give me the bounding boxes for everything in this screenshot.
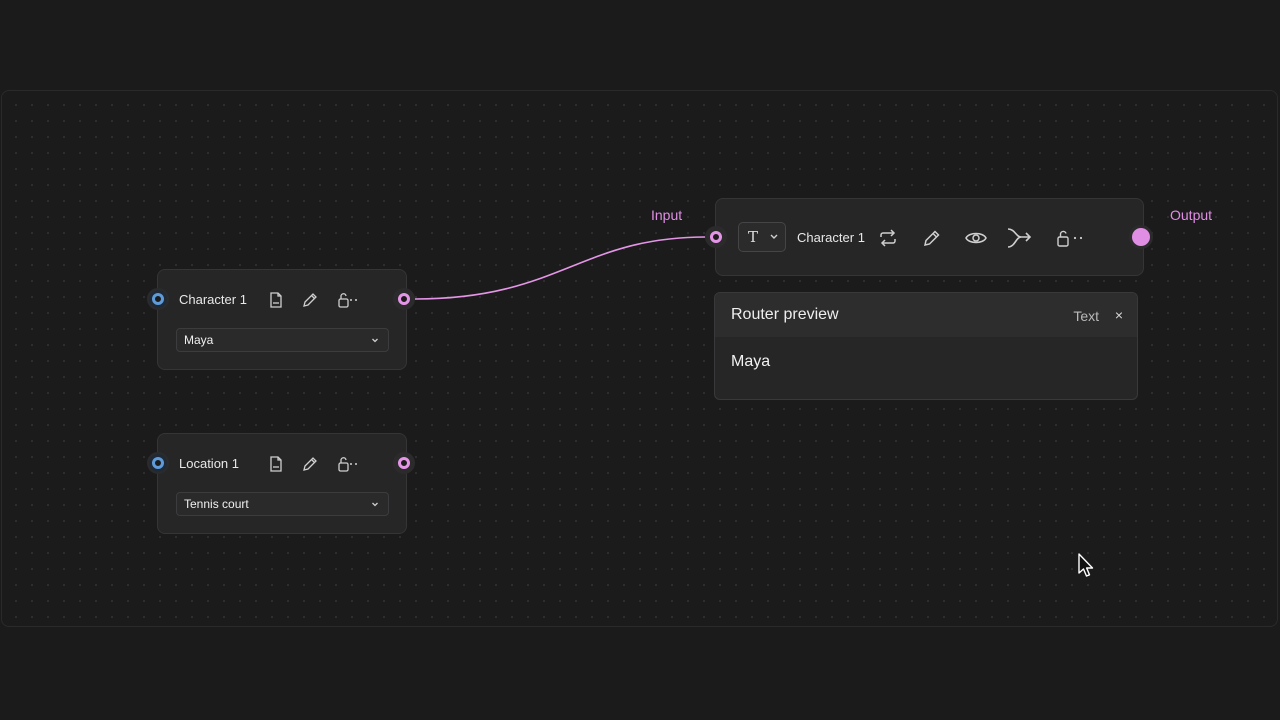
router-input-port[interactable] bbox=[705, 226, 727, 248]
location-select[interactable]: Tennis court bbox=[176, 492, 389, 516]
character-input-port[interactable] bbox=[147, 288, 169, 310]
chevron-down-icon bbox=[370, 497, 380, 511]
chevron-down-icon bbox=[370, 333, 380, 347]
eye-icon[interactable] bbox=[964, 227, 988, 249]
router-node-title: Character 1 bbox=[797, 230, 865, 245]
router-preview-type: Text bbox=[1073, 308, 1099, 324]
doc-icon[interactable] bbox=[267, 455, 285, 473]
more-icon[interactable] bbox=[347, 291, 359, 309]
character-output-port[interactable] bbox=[393, 288, 415, 310]
location-node-header: Location 1 bbox=[158, 434, 406, 494]
router-preview-content: Maya bbox=[731, 353, 771, 370]
router-preview-panel: Router preview Text × Maya bbox=[714, 292, 1138, 400]
router-preview-title: Router preview bbox=[731, 306, 839, 323]
character-node-title: Character 1 bbox=[179, 292, 247, 307]
pencil-icon[interactable] bbox=[301, 455, 319, 473]
type-selector[interactable]: T bbox=[738, 222, 786, 252]
text-type-glyph: T bbox=[748, 228, 759, 246]
location-input-port[interactable] bbox=[147, 452, 169, 474]
close-icon[interactable]: × bbox=[1115, 307, 1123, 323]
mouse-cursor-icon bbox=[1078, 553, 1094, 577]
pencil-icon[interactable] bbox=[301, 291, 319, 309]
location-node-title: Location 1 bbox=[179, 456, 239, 471]
character-node-header: Character 1 bbox=[158, 270, 406, 330]
more-icon[interactable] bbox=[347, 455, 359, 473]
more-icon[interactable] bbox=[1071, 228, 1085, 248]
character-select[interactable]: Maya bbox=[176, 328, 389, 352]
character-select-value: Maya bbox=[184, 333, 214, 347]
repeat-icon[interactable] bbox=[877, 227, 899, 249]
chevron-down-icon bbox=[769, 230, 779, 244]
router-node[interactable]: T Character 1 bbox=[715, 198, 1144, 276]
pencil-icon[interactable] bbox=[921, 227, 943, 249]
location-select-value: Tennis court bbox=[184, 497, 249, 511]
branch-icon[interactable] bbox=[1006, 225, 1032, 251]
character-node[interactable]: Character 1 Maya bbox=[157, 269, 407, 370]
location-output-port[interactable] bbox=[393, 452, 415, 474]
router-input-label: Input bbox=[651, 207, 683, 223]
router-output-port[interactable] bbox=[1129, 225, 1153, 249]
router-preview-header: Router preview Text × bbox=[715, 293, 1137, 337]
doc-icon[interactable] bbox=[267, 291, 285, 309]
location-node[interactable]: Location 1 Tennis court bbox=[157, 433, 407, 534]
router-output-label: Output bbox=[1170, 207, 1213, 223]
